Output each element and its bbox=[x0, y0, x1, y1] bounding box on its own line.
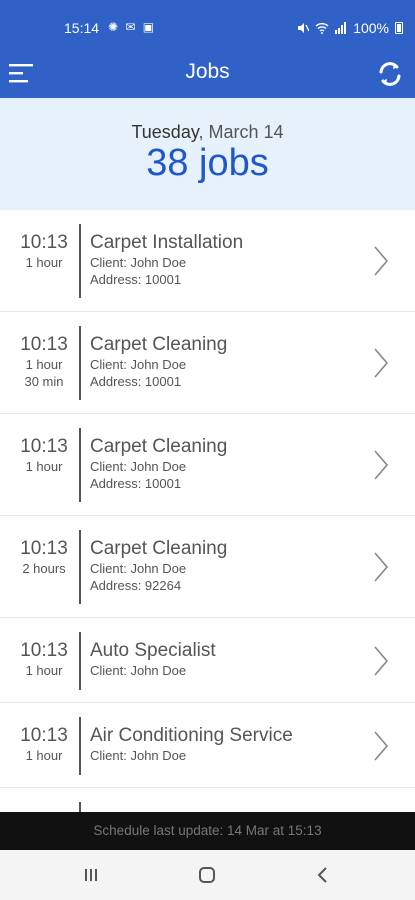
job-time-column: 10:13 1 hour bbox=[10, 436, 78, 475]
day-summary: Tuesday, March 14 38 jobs bbox=[0, 98, 415, 210]
job-address: Address: 92264 bbox=[90, 578, 182, 593]
home-icon[interactable] bbox=[198, 866, 216, 884]
job-start-time: 10:13 bbox=[20, 725, 68, 746]
job-time-column: 10:13 1 hour 30 min bbox=[10, 334, 78, 390]
wifi-icon bbox=[315, 23, 329, 34]
chevron-right-icon bbox=[374, 450, 389, 480]
job-service: Carpet Cleaning bbox=[90, 436, 228, 457]
job-time-column: 10:13 1 hour bbox=[10, 640, 78, 679]
status-time: 15:14 bbox=[64, 20, 100, 36]
chevron-right-icon bbox=[374, 646, 389, 676]
job-divider bbox=[79, 802, 81, 812]
job-info: Carpet Cleaning Client: John Doe Address… bbox=[90, 436, 365, 492]
job-address: Address: 10001 bbox=[90, 476, 182, 491]
page-title: Jobs bbox=[185, 60, 230, 83]
job-row[interactable]: 10:13 1 hour Auto Specialist Client: Joh… bbox=[0, 618, 415, 703]
job-info: Carpet Cleaning Client: John Doe Address… bbox=[90, 538, 365, 594]
mute-icon bbox=[298, 23, 310, 33]
summary-date: Tuesday, March 14 bbox=[0, 122, 415, 143]
job-info: Carpet Installation Client: John Doe Add… bbox=[90, 232, 365, 288]
jobs-count: 38 jobs bbox=[146, 142, 269, 184]
job-client: Client: John Doe bbox=[90, 255, 187, 270]
job-divider bbox=[79, 530, 81, 604]
job-info: Auto Specialist Client: John Doe bbox=[90, 640, 365, 679]
job-row[interactable]: 10:13 2 hours Carpet Cleaning Client: Jo… bbox=[0, 516, 415, 618]
recents-icon[interactable] bbox=[82, 866, 100, 884]
job-start-time: 10:13 bbox=[20, 436, 68, 457]
app-bar: Jobs bbox=[0, 50, 415, 98]
job-duration: 1 hour bbox=[25, 357, 63, 372]
status-bar: 15:14 ✺ ✉ ▣ 100% bbox=[0, 0, 415, 50]
job-divider bbox=[79, 326, 81, 400]
job-info: Carpet Cleaning Client: John Doe Address… bbox=[90, 334, 365, 390]
job-info: Air Conditioning Service Client: John Do… bbox=[90, 725, 365, 764]
job-row[interactable]: 10:13 1 hour Carpet Installation Client:… bbox=[0, 210, 415, 312]
job-divider bbox=[79, 224, 81, 298]
summary-weekday: Tuesday bbox=[131, 122, 199, 142]
back-icon[interactable] bbox=[314, 866, 332, 884]
job-duration-extra: 30 min bbox=[24, 374, 64, 389]
job-client: Client: John Doe bbox=[90, 561, 187, 576]
sync-icon[interactable] bbox=[375, 59, 405, 89]
job-client: Client: John Doe bbox=[90, 459, 187, 474]
job-row[interactable]: 10:13 1 hour Carpet Cleaning Client: Joh… bbox=[0, 414, 415, 516]
chevron-right-icon bbox=[374, 552, 389, 582]
chevron-right-icon bbox=[374, 246, 389, 276]
job-divider bbox=[79, 717, 81, 775]
job-duration: 1 hour bbox=[25, 748, 63, 763]
job-address: Address: 10001 bbox=[90, 272, 182, 287]
job-row-partial[interactable] bbox=[0, 788, 415, 812]
chevron-right-icon bbox=[374, 731, 389, 761]
job-start-time: 10:13 bbox=[20, 538, 68, 559]
chevron-right-icon bbox=[374, 348, 389, 378]
job-service: Carpet Cleaning bbox=[90, 538, 228, 559]
status-right-icons: 100% bbox=[297, 20, 403, 36]
job-start-time: 10:13 bbox=[20, 232, 68, 253]
job-time-column: 10:13 1 hour bbox=[10, 232, 78, 271]
job-client: Client: John Doe bbox=[90, 748, 187, 763]
signal-icon bbox=[335, 22, 347, 34]
job-row[interactable]: 10:13 1 hour Air Conditioning Service Cl… bbox=[0, 703, 415, 788]
job-client: Client: John Doe bbox=[90, 663, 187, 678]
battery-percent: 100% bbox=[353, 20, 389, 36]
job-start-time: 10:13 bbox=[20, 334, 68, 355]
job-time-column: 10:13 1 hour bbox=[10, 725, 78, 764]
job-duration: 1 hour bbox=[25, 255, 63, 270]
notification-icons: ✺ ✉ ▣ bbox=[108, 20, 157, 34]
battery-icon bbox=[395, 22, 403, 34]
system-nav-bar bbox=[0, 850, 415, 900]
job-duration: 2 hours bbox=[22, 561, 66, 576]
job-service: Auto Specialist bbox=[90, 640, 216, 661]
job-duration: 1 hour bbox=[25, 663, 63, 678]
job-duration: 1 hour bbox=[25, 459, 63, 474]
job-row[interactable]: 10:13 1 hour 30 min Carpet Cleaning Clie… bbox=[0, 312, 415, 414]
job-client: Client: John Doe bbox=[90, 357, 187, 372]
job-address: Address: 10001 bbox=[90, 374, 182, 389]
job-divider bbox=[79, 428, 81, 502]
job-list: 10:13 1 hour Carpet Installation Client:… bbox=[0, 210, 415, 812]
job-start-time: 10:13 bbox=[20, 640, 68, 661]
job-service: Carpet Cleaning bbox=[90, 334, 228, 355]
schedule-update-footer: Schedule last update: 14 Mar at 15:13 bbox=[0, 812, 415, 850]
job-service: Air Conditioning Service bbox=[90, 725, 293, 746]
job-service: Carpet Installation bbox=[90, 232, 244, 253]
summary-date-text: , March 14 bbox=[198, 122, 284, 142]
job-time-column: 10:13 2 hours bbox=[10, 538, 78, 577]
job-divider bbox=[79, 632, 81, 690]
